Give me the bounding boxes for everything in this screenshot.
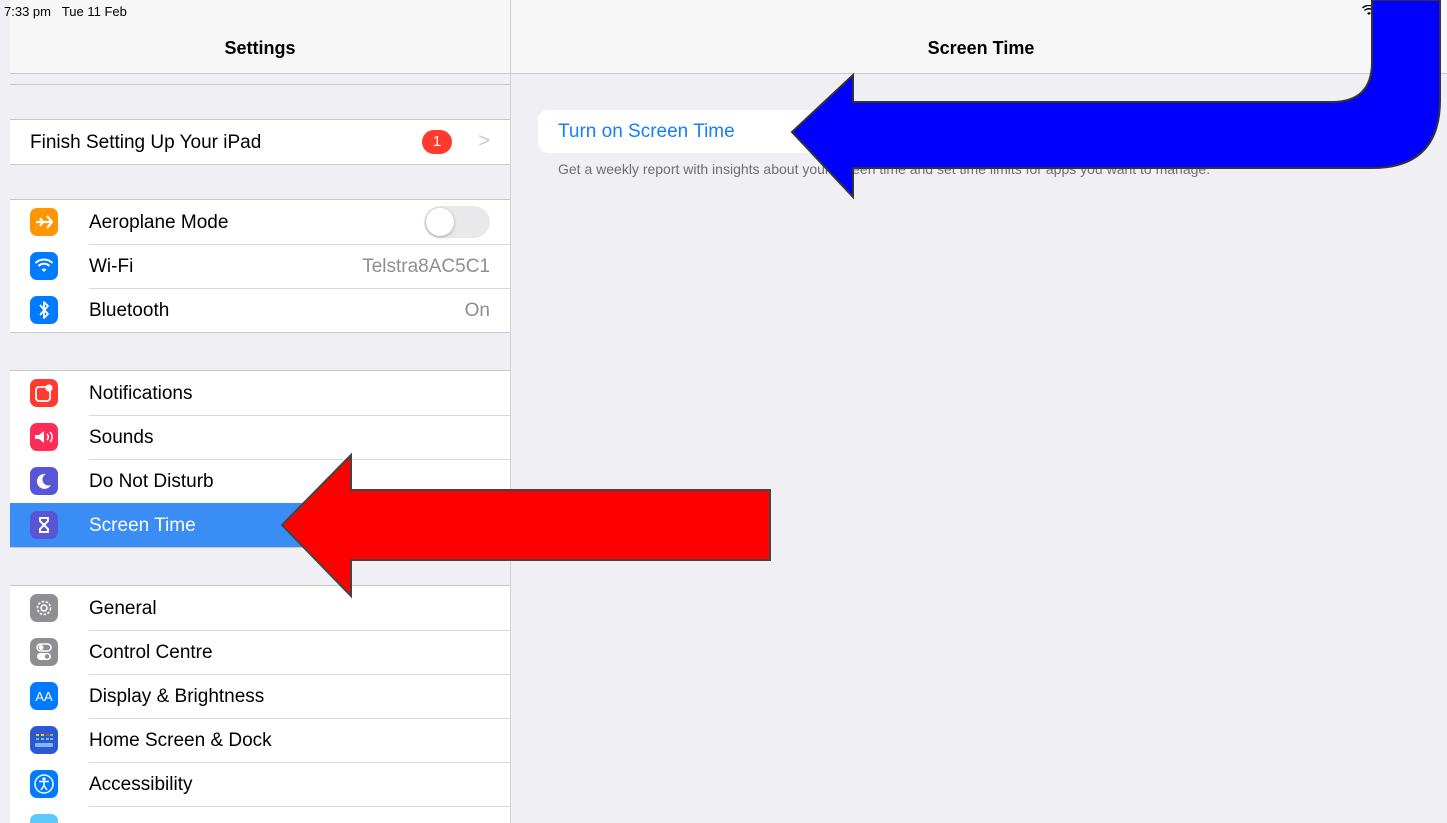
red-arrow-annotation	[280, 452, 771, 599]
blue-arrow-annotation	[790, 0, 1441, 200]
annotation-overlay	[280, 0, 1441, 599]
